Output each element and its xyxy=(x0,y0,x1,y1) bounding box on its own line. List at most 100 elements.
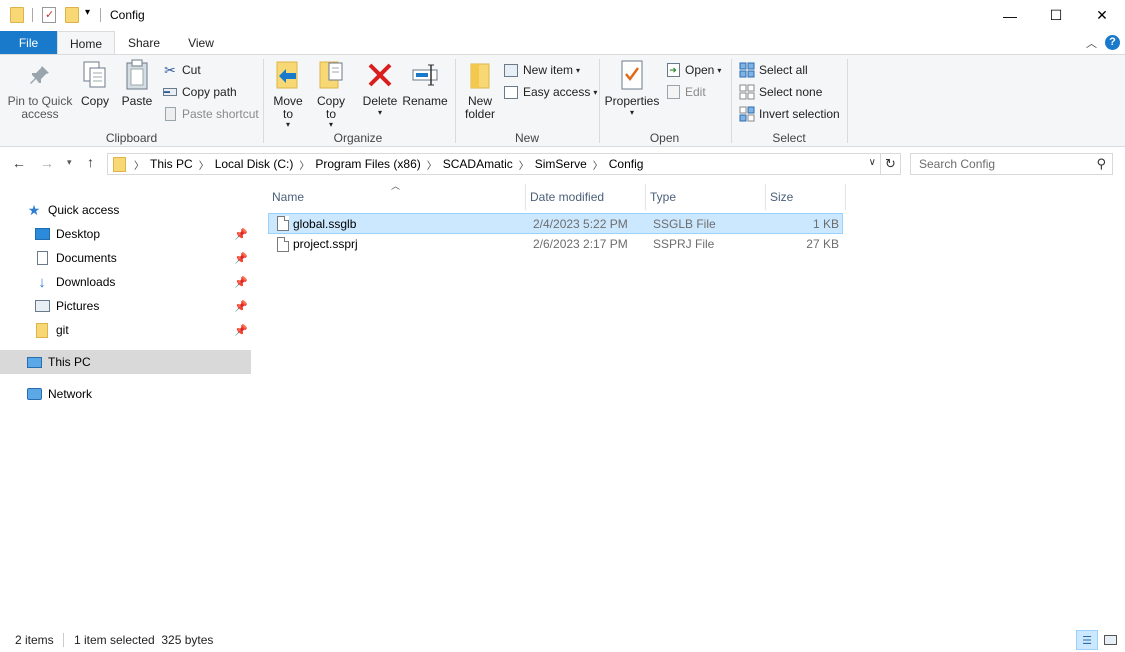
column-header-type[interactable]: Type xyxy=(646,184,766,210)
file-date: 2/6/2023 2:17 PM xyxy=(533,237,628,251)
collapse-ribbon-icon[interactable]: ︿ xyxy=(1086,35,1097,51)
select-none-button[interactable]: Select none xyxy=(739,82,822,102)
move-to-label: Move to xyxy=(273,94,303,121)
paste-shortcut-icon xyxy=(162,106,178,122)
customize-qat-dropdown-icon[interactable]: ▾ xyxy=(85,7,90,18)
file-name: project.ssprj xyxy=(293,237,358,251)
nav-desktop[interactable]: Desktop 📌 xyxy=(34,222,252,246)
address-dropdown-icon[interactable]: ∨ xyxy=(869,157,876,168)
maximize-button[interactable]: ☐ xyxy=(1033,0,1079,31)
open-button[interactable]: ➜ Open ▾ xyxy=(665,60,721,80)
new-item-button[interactable]: New item ▾ xyxy=(503,60,580,80)
recent-locations-chevron-icon[interactable]: ▾ xyxy=(67,157,72,168)
file-row-project-ssprj[interactable]: project.ssprj 2/6/2023 2:17 PM SSPRJ Fil… xyxy=(268,234,843,255)
qat-divider xyxy=(100,8,101,22)
nav-pictures-label: Pictures xyxy=(56,299,100,313)
pin-icon: 📌 xyxy=(234,300,248,313)
star-icon: ★ xyxy=(27,201,41,218)
breadcrumb-simserve[interactable]: SimServe xyxy=(531,157,591,171)
address-row: ← → ▾ ↑ 〉 This PC 〉 Local Disk (C:) 〉 Pr… xyxy=(0,149,1125,179)
tab-home[interactable]: Home xyxy=(57,31,115,56)
paste-icon xyxy=(121,59,153,91)
search-icon[interactable]: ⚲ xyxy=(1096,156,1106,172)
properties-button[interactable]: Properties ▾ xyxy=(604,59,660,118)
easy-access-button[interactable]: Easy access ▾ xyxy=(503,82,597,102)
breadcrumb-scadamatic[interactable]: SCADAmatic xyxy=(439,157,517,171)
pin-to-quick-access-button[interactable]: Pin to Quick access xyxy=(6,59,74,121)
column-header-name[interactable]: Name xyxy=(268,184,526,210)
network-icon xyxy=(26,386,42,402)
breadcrumb-chevron-icon: 〉 xyxy=(518,160,529,172)
details-view-button[interactable]: ☰ xyxy=(1076,630,1098,650)
minimize-button[interactable]: — xyxy=(987,0,1033,31)
breadcrumb-this-pc[interactable]: This PC xyxy=(146,157,197,171)
tab-share[interactable]: Share xyxy=(115,31,173,55)
breadcrumb-chevron-icon: 〉 xyxy=(299,160,310,172)
dropdown-arrow-icon: ▾ xyxy=(717,65,722,75)
copy-to-button[interactable]: Copy to ▾ xyxy=(313,59,349,129)
new-folder-button[interactable]: New folder xyxy=(460,59,500,121)
ribbon: Pin to Quick access Copy Paste ✂ Cut ▬ C… xyxy=(0,54,1125,147)
rename-button[interactable]: Rename xyxy=(402,59,448,108)
status-bar: 2 items 1 item selected 325 bytes ☰ xyxy=(0,628,1125,652)
copy-icon xyxy=(79,59,111,91)
folder-icon xyxy=(113,156,126,172)
close-button[interactable]: ✕ xyxy=(1079,0,1125,31)
copy-to-label: Copy to xyxy=(316,94,345,121)
invert-selection-button[interactable]: Invert selection xyxy=(739,104,840,124)
nav-desktop-label: Desktop xyxy=(56,227,101,241)
breadcrumb-local-disk[interactable]: Local Disk (C:) xyxy=(211,157,298,171)
paste-shortcut-button[interactable]: Paste shortcut xyxy=(162,104,259,124)
breadcrumb-chevron-icon: 〉 xyxy=(134,160,144,172)
file-type: SSPRJ File xyxy=(653,237,715,251)
search-placeholder: Search Config xyxy=(919,157,996,171)
nav-this-pc[interactable]: This PC xyxy=(0,350,251,374)
nav-network[interactable]: Network xyxy=(26,382,252,406)
paste-button[interactable]: Paste xyxy=(119,59,155,108)
breadcrumb-chevron-icon: 〉 xyxy=(426,160,437,172)
properties-qat-icon[interactable]: ✓ xyxy=(42,7,56,23)
back-arrow-icon[interactable]: ← xyxy=(12,155,26,171)
folder-icon xyxy=(34,322,50,338)
folder-icon xyxy=(10,7,24,23)
forward-arrow-icon[interactable]: → xyxy=(40,155,54,171)
pin-icon: 📌 xyxy=(234,324,248,337)
edit-button[interactable]: Edit xyxy=(665,82,706,102)
ribbon-divider xyxy=(847,59,848,143)
open-icon: ➜ xyxy=(665,62,681,78)
scissors-icon: ✂ xyxy=(164,61,176,78)
new-folder-qat-icon[interactable] xyxy=(65,7,79,23)
copy-button[interactable]: Copy xyxy=(78,59,112,108)
select-all-button[interactable]: Select all xyxy=(739,60,808,80)
navigation-pane: ★ Quick access Desktop 📌 Documents 📌 ↓ D… xyxy=(0,185,252,605)
breadcrumb-chevron-icon: 〉 xyxy=(592,160,603,172)
copy-path-button[interactable]: ▬ Copy path xyxy=(162,82,237,102)
refresh-icon[interactable]: ↻ xyxy=(881,153,901,175)
nav-git-label: git xyxy=(56,323,69,337)
breadcrumb-config[interactable]: Config xyxy=(605,157,648,171)
rename-label: Rename xyxy=(402,94,448,108)
tab-file[interactable]: File xyxy=(0,31,57,55)
pin-icon xyxy=(24,59,56,91)
tab-view[interactable]: View xyxy=(173,31,229,55)
column-header-size[interactable]: Size xyxy=(766,184,846,210)
nav-downloads[interactable]: ↓ Downloads 📌 xyxy=(34,270,252,294)
help-icon[interactable]: ? xyxy=(1105,35,1120,50)
file-type: SSGLB File xyxy=(653,217,716,231)
column-header-date-modified[interactable]: Date modified xyxy=(526,184,646,210)
dropdown-arrow-icon: ▾ xyxy=(629,108,634,117)
delete-icon xyxy=(364,59,396,91)
address-bar[interactable]: 〉 This PC 〉 Local Disk (C:) 〉 Program Fi… xyxy=(107,153,881,175)
breadcrumb-program-files[interactable]: Program Files (x86) xyxy=(311,157,424,171)
up-arrow-icon[interactable]: ↑ xyxy=(87,154,94,170)
nav-documents[interactable]: Documents 📌 xyxy=(34,246,252,270)
search-input[interactable]: Search Config ⚲ xyxy=(910,153,1113,175)
nav-pictures[interactable]: Pictures 📌 xyxy=(34,294,252,318)
file-row-global-ssglb[interactable]: global.ssglb 2/4/2023 5:22 PM SSGLB File… xyxy=(268,213,843,234)
nav-git[interactable]: git 📌 xyxy=(34,318,252,342)
large-icons-view-button[interactable] xyxy=(1100,630,1120,650)
cut-button[interactable]: ✂ Cut xyxy=(162,60,201,80)
move-to-button[interactable]: Move to ▾ xyxy=(270,59,306,129)
delete-button[interactable]: Delete ▾ xyxy=(361,59,399,118)
nav-quick-access[interactable]: ★ Quick access xyxy=(26,198,252,222)
